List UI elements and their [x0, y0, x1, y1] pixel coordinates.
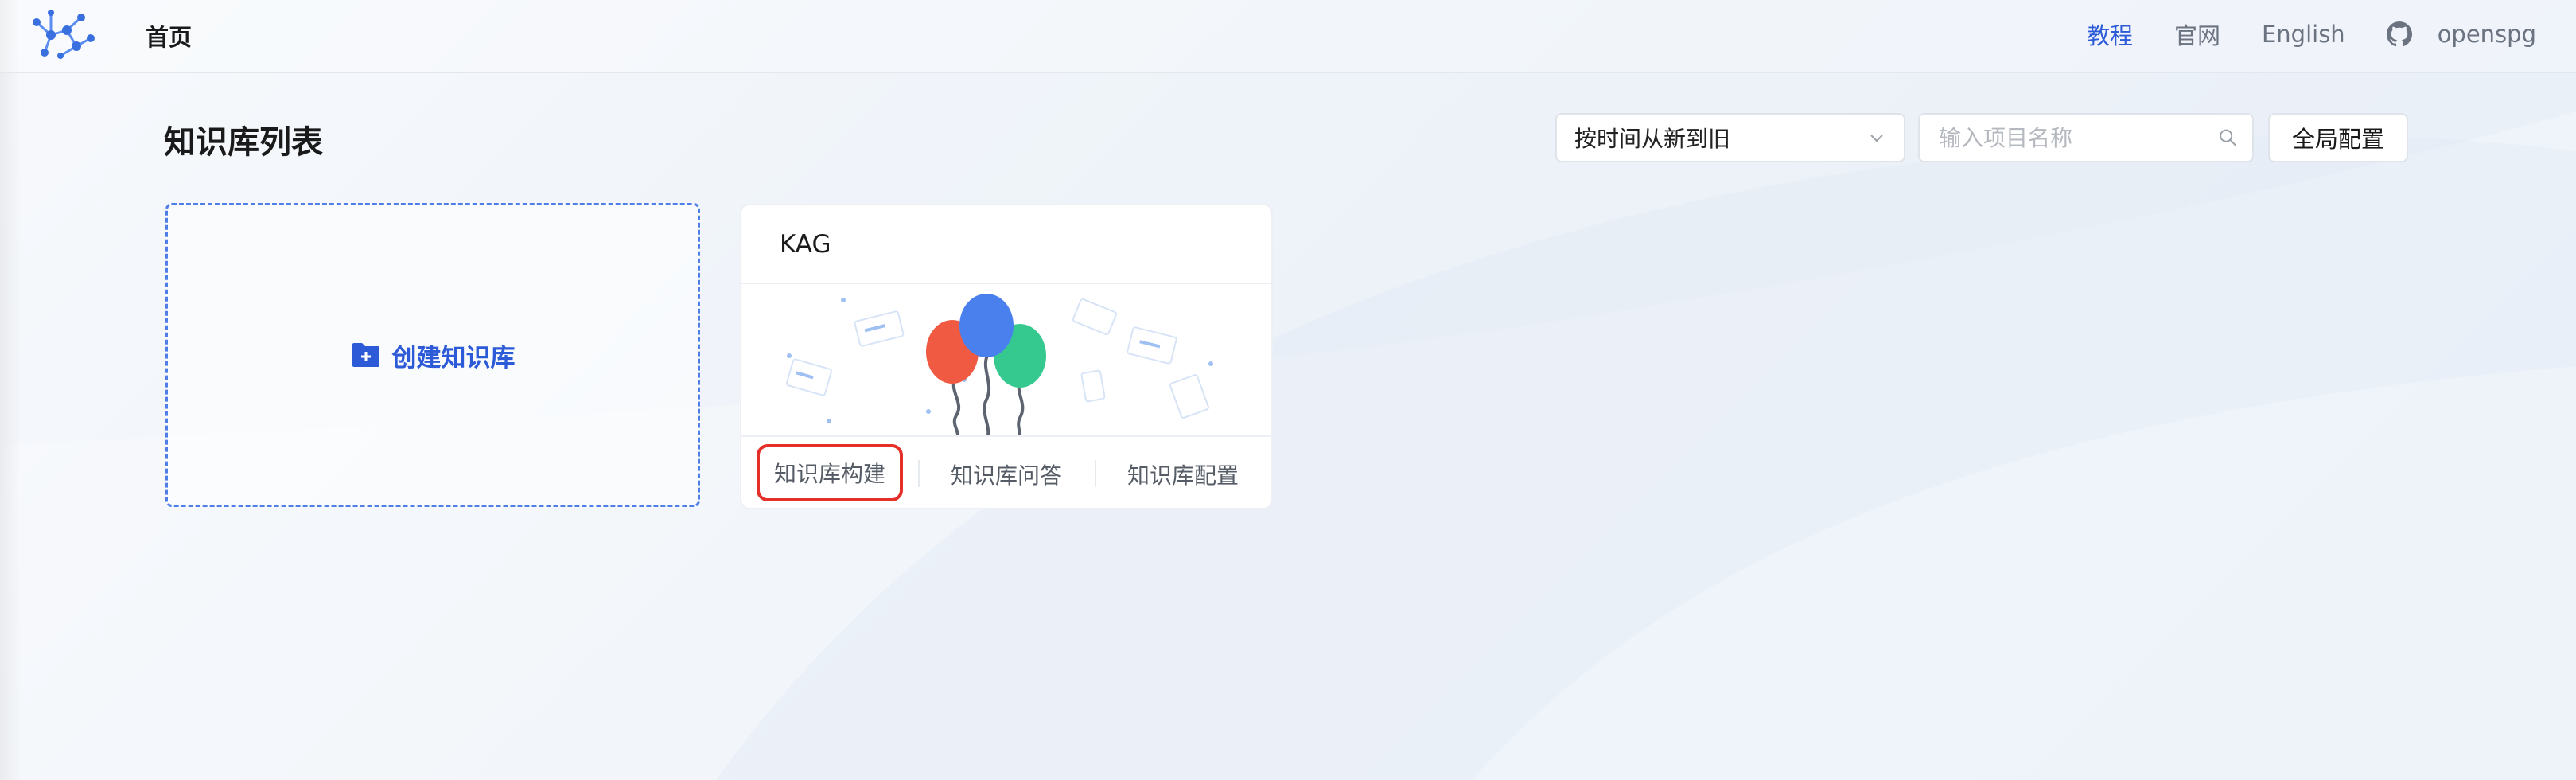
kb-qa-label[interactable]: 知识库问答: [951, 462, 1062, 489]
kb-build-action[interactable]: 知识库构建: [741, 443, 918, 501]
sort-select-value: 按时间从新到旧: [1574, 126, 1731, 152]
kb-build-label[interactable]: 知识库构建: [756, 443, 903, 501]
global-config-button[interactable]: 全局配置: [2268, 113, 2408, 162]
nav-openspg-link[interactable]: openspg: [2438, 21, 2536, 48]
top-navbar: 首页 教程 官网 English openspg: [0, 0, 2576, 73]
kb-qa-action[interactable]: 知识库问答: [918, 458, 1095, 490]
kb-config-label[interactable]: 知识库配置: [1127, 462, 1239, 489]
nav-home-link[interactable]: 首页: [146, 19, 192, 53]
project-search-input[interactable]: [1937, 123, 2218, 152]
github-link[interactable]: [2386, 21, 2412, 47]
nav-right-group: 教程 官网 English openspg: [2045, 18, 2536, 51]
page-title: 知识库列表: [164, 124, 323, 161]
create-knowledge-base-button[interactable]: 创建知识库: [351, 337, 516, 373]
nav-language-switch[interactable]: English: [2262, 21, 2345, 48]
nav-official-site-link[interactable]: 官网: [2174, 18, 2220, 51]
nav-tutorial-link[interactable]: 教程: [2087, 18, 2133, 51]
kb-config-action[interactable]: 知识库配置: [1095, 458, 1271, 490]
knowledge-base-actions: 知识库构建 知识库问答 知识库配置: [741, 435, 1271, 508]
search-icon[interactable]: [2218, 125, 2238, 150]
project-search-box: [1918, 113, 2254, 162]
chevron-down-icon: [1870, 135, 1883, 142]
create-knowledge-base-card[interactable]: 创建知识库: [165, 203, 700, 507]
create-knowledge-base-label: 创建知识库: [391, 343, 516, 372]
window-edge-shade: [0, 0, 21, 780]
sort-select[interactable]: 按时间从新到旧: [1555, 113, 1905, 162]
knowledge-base-name[interactable]: KAG: [741, 205, 1271, 284]
folder-add-icon: [352, 343, 379, 367]
graph-logo-icon[interactable]: [29, 6, 97, 64]
knowledge-base-card[interactable]: KAG 知识库构建 知识库问答 知识库配置: [740, 204, 1273, 509]
github-icon: [2386, 21, 2412, 47]
balloons-illustration: [741, 284, 1271, 435]
